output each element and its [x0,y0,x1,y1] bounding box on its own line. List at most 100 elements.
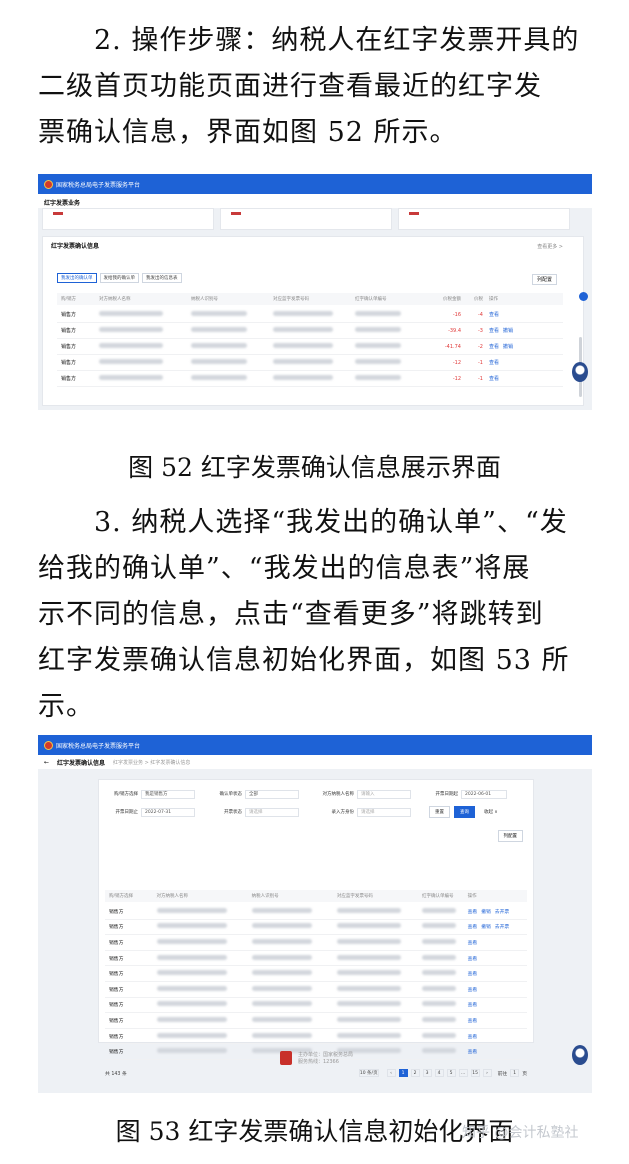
row-action[interactable]: 撤销 [503,328,513,334]
assistant-robot-icon[interactable] [572,362,588,382]
table-row: 销售方 查看 [105,935,527,951]
tab-my-sent-info-sheets[interactable]: 我发出的信息表 [142,273,182,283]
row-action[interactable]: 查看 [468,1019,478,1024]
page-title: 红字发票业务 [38,194,592,208]
row-action[interactable]: 查看 [468,925,478,930]
summary-card[interactable] [398,208,570,230]
amount-cell: -39.4 [448,327,461,334]
assistant-robot-icon[interactable] [572,1045,588,1065]
table-row: 销售方 查看 撤销 去开票 [105,904,527,920]
summary-card[interactable] [220,208,392,230]
amount-cell: -16 [452,311,461,318]
prev-page-icon[interactable]: ‹ [386,1069,396,1077]
entry-party-select[interactable]: 请选择 [357,807,411,817]
row-action[interactable]: 查看 [468,972,478,977]
help-float-icon[interactable] [579,292,588,301]
table-row: 销售方 查看 [105,982,527,998]
table-row: 销售方 查看 [105,1013,527,1029]
site-title: 国家税务总局电子发票服务平台 [56,181,141,189]
page-number[interactable]: 15 [470,1069,480,1077]
row-action[interactable]: 查看 [489,312,499,318]
end-date-input[interactable]: 2022-07-31 [141,807,195,817]
row-action[interactable]: 查看 [468,1050,478,1055]
row-action[interactable]: 查看 [489,376,499,382]
invoice-status-select[interactable]: 请选择 [245,807,299,817]
row-action[interactable]: 查看 [468,1003,478,1008]
filter-label: 对方纳税人名称 [322,792,355,797]
page-number[interactable]: 1 [398,1069,408,1077]
party-select[interactable]: 我是销售方 [141,789,195,799]
column-header: 红字确认单编号 [355,297,387,302]
page-number[interactable]: ... [458,1069,468,1077]
breadcrumb-path[interactable]: 红字发票业务 > 红字发票确认信息 [113,759,190,766]
column-config-button[interactable]: 列配置 [531,274,557,285]
column-config-button[interactable]: 列配置 [497,830,523,842]
page-number[interactable]: 2 [410,1069,420,1077]
tax-cell: -1 [478,359,483,366]
tab-group: 我发出的确认单 发给我的确认单 我发出的信息表 [57,273,182,283]
total-count: 共 143 条 [105,1071,127,1077]
next-page-icon[interactable]: › [482,1069,492,1077]
tab-my-sent-confirmations[interactable]: 我发出的确认单 [57,273,97,283]
party-cell: 销售方 [109,1034,124,1040]
row-action[interactable]: 撤销 [481,925,491,930]
back-arrow-icon[interactable]: ← [44,759,49,766]
figure-53-screenshot: 国家税务总局电子发票服务平台 ← 红字发票确认信息 红字发票业务 > 红字发票确… [38,735,592,1093]
row-action[interactable]: 查看 [468,988,478,993]
tax-cell: -2 [478,343,483,350]
text-line: 二级首页功能页面进行查看最近的红字发 [38,71,542,102]
table-row: 销售方 -39.4 -3 查看 撤销 [57,323,563,339]
party-cell: 销售方 [109,956,124,962]
tab-confirmations-to-me[interactable]: 发给我的确认单 [99,273,139,283]
tax-cell: -3 [478,327,483,334]
search-button[interactable]: 查询 [454,806,475,818]
column-header: 对方纳税人名称 [99,297,131,302]
row-action[interactable]: 查看 [468,1035,478,1040]
table-header: 购/销方选择 对方纳税人名称 纳税人识别号 对应蓝字发票号码 红字确认单编号 操… [105,890,527,902]
table-row: 销售方 查看 [105,998,527,1014]
row-action[interactable]: 查看 [468,941,478,946]
reset-button[interactable]: 重置 [429,806,450,818]
row-action[interactable]: 查看 [489,360,499,366]
party-cell: 销售方 [61,312,77,318]
view-more-link[interactable]: 查看更多 > [537,243,563,250]
footer-line: 主办单位：国家税务总局 [298,1052,354,1058]
collapse-button[interactable]: 收起 ∨ [479,807,503,817]
text-line: 票确认信息，界面如图 52 所示。 [38,117,458,148]
party-cell: 销售方 [109,1050,124,1056]
row-action[interactable]: 查看 [468,910,478,915]
row-action[interactable]: 去开票 [495,910,509,915]
amount-cell: -12 [452,375,461,382]
party-cell: 销售方 [109,1003,124,1009]
page-number[interactable]: 5 [446,1069,456,1077]
column-header: 对应蓝字发票号码 [273,297,309,302]
row-action[interactable]: 撤销 [503,344,513,350]
table-row: 销售方 -12 -1 查看 [57,371,563,387]
table-header: 购/销方 对方纳税人名称 纳税人识别号 对应蓝字发票号码 红字确认单编号 价税金… [57,293,563,305]
row-action[interactable]: 撤销 [481,910,491,915]
row-action[interactable]: 查看 [468,957,478,962]
counterparty-name-input[interactable]: 请输入 [357,789,411,799]
amount-cell: -12 [452,359,461,366]
page-number[interactable]: 3 [422,1069,432,1077]
pagination: 共 143 条 10 条/页 ‹ 1 2 3 4 5... 15 › 前往 1 页 [105,1067,527,1079]
text-line: 3. 纳税人选择“我发出的确认单”、“发 [94,507,568,538]
row-action[interactable]: 查看 [489,328,499,334]
page-size-select[interactable]: 10 条/页 [358,1069,379,1077]
page-number[interactable]: 4 [434,1069,444,1077]
table-row: 销售方 查看 撤销 去开票 [105,920,527,936]
status-select[interactable]: 全部 [245,789,299,799]
party-cell: 销售方 [109,940,124,946]
row-action[interactable]: 去开票 [495,925,509,930]
row-action[interactable]: 查看 [489,344,499,350]
search-panel: 购/销方选择 我是销售方 确认单状态 全部 对方纳税人名称 请输入 开票日期起 … [98,779,534,1077]
party-cell: 销售方 [61,376,77,382]
column-header: 对方纳税人名称 [156,894,189,899]
goto-page-input[interactable]: 1 [510,1069,520,1077]
filter-label: 开票状态 [224,810,242,815]
summary-card[interactable] [42,208,214,230]
site-header: 国家税务总局电子发票服务平台 [38,735,592,755]
start-date-input[interactable]: 2022-06-01 [461,789,507,799]
text-line: 示。 [38,691,94,722]
column-header: 纳税人识别号 [191,297,218,302]
